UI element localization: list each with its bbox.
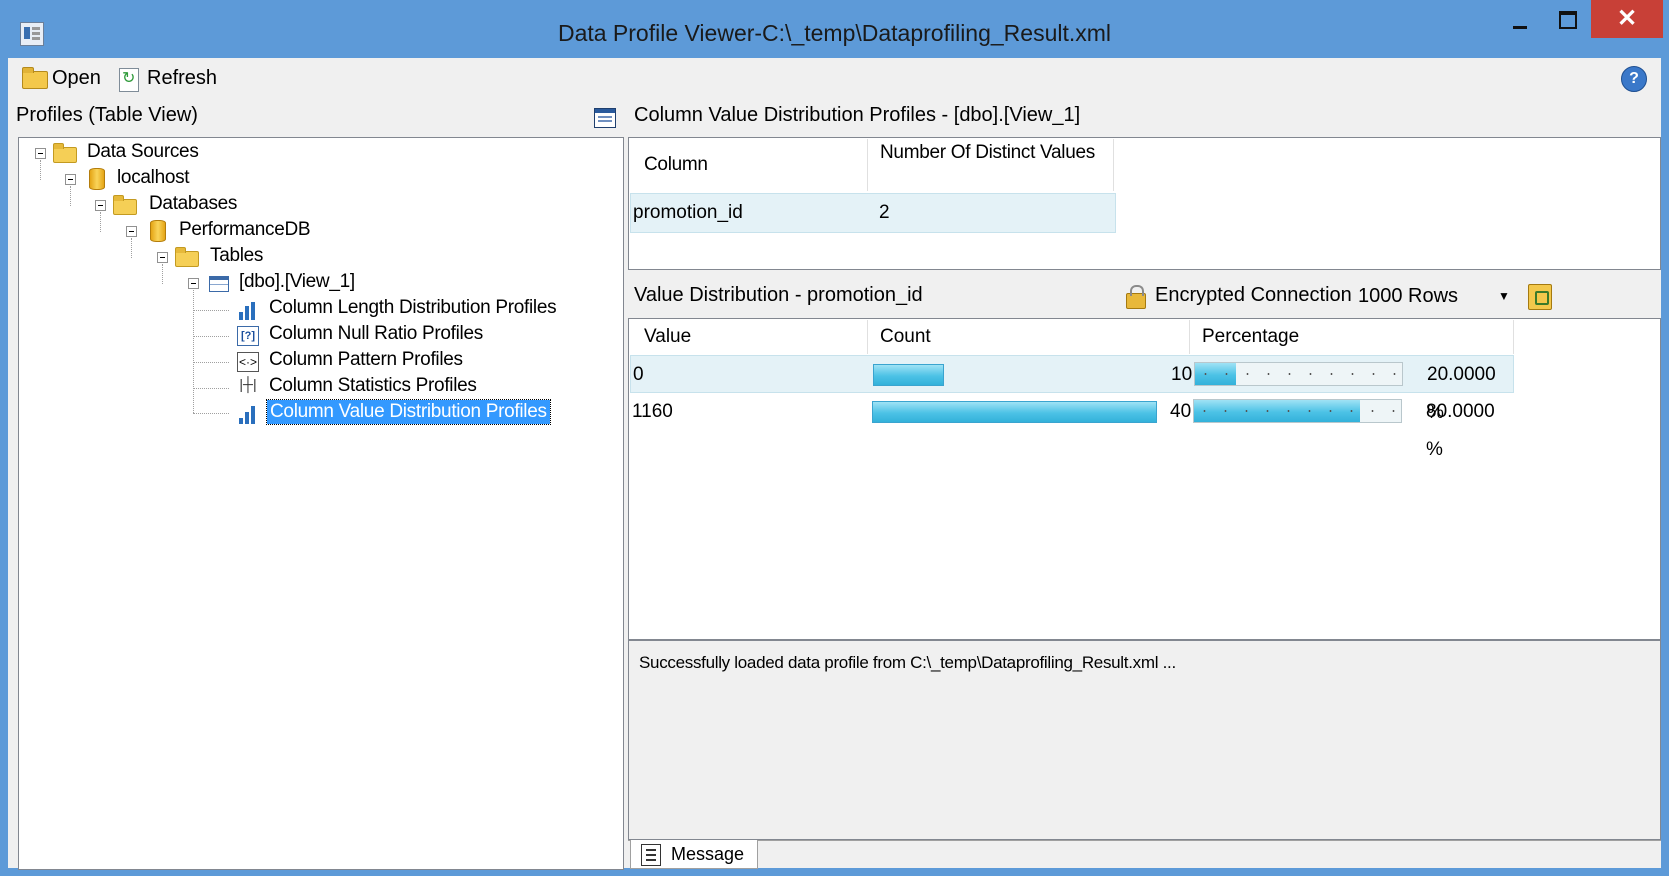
tree-connector (193, 310, 229, 311)
tree-node-view[interactable]: [dbo].[View_1] (239, 270, 355, 294)
percentage-bar (1193, 399, 1402, 423)
message-icon (641, 844, 661, 866)
value-distribution-header: Value Distribution - promotion_id Encryp… (628, 276, 1661, 316)
percentage-ticks (1195, 373, 1402, 375)
length-distribution-icon (237, 300, 259, 320)
cell-column: promotion_id (633, 202, 743, 223)
message-panel[interactable]: Successfully loaded data profile from C:… (628, 640, 1661, 840)
refresh-button[interactable]: Refresh (113, 62, 218, 95)
folder-icon (53, 143, 77, 163)
column-header-percentage[interactable]: Percentage (1190, 320, 1514, 354)
profile-panel-title: Column Value Distribution Profiles - [db… (634, 104, 1081, 126)
rows-limit-value: 1000 Rows (1358, 285, 1459, 307)
window-title: Data Profile Viewer-C:\_temp\Dataprofili… (557, 20, 1112, 46)
collapse-toggle[interactable] (35, 148, 46, 159)
status-message: Successfully loaded data profile from C:… (639, 653, 1176, 672)
close-button[interactable]: ✕ (1591, 0, 1663, 38)
cell-distinct: 2 (879, 202, 890, 223)
tree-connector (131, 238, 132, 258)
tree-node-localhost[interactable]: localhost (117, 166, 190, 190)
value-distribution-icon (237, 404, 259, 424)
refresh-label: Refresh (147, 67, 218, 89)
cell-value: 0 (633, 364, 644, 385)
close-icon: ✕ (1616, 5, 1638, 32)
cell-count: 10 (1171, 364, 1193, 385)
tree-node-null-ratio[interactable]: Column Null Ratio Profiles (269, 322, 483, 346)
column-header-value[interactable]: Value (630, 320, 868, 354)
collapse-toggle[interactable] (95, 200, 106, 211)
tree-connector (100, 212, 101, 232)
tree-node-value-distribution[interactable]: Column Value Distribution Profiles (266, 399, 551, 425)
maximize-button[interactable] (1543, 0, 1591, 40)
value-distribution-grid[interactable]: Value Count Percentage 0 10 20.0000 % 11… (628, 318, 1661, 640)
statistics-icon: |┼| (239, 376, 257, 392)
toolbar: Open Refresh ? (8, 58, 1661, 98)
tree-node-performancedb[interactable]: PerformanceDB (179, 218, 311, 242)
application-window: Data Profile Viewer-C:\_temp\Dataprofili… (0, 0, 1669, 876)
folder-icon (175, 247, 199, 267)
tree-connector (40, 160, 41, 180)
column-header-column[interactable]: Column (630, 139, 868, 191)
tree-connector (193, 362, 229, 363)
table-row[interactable]: 1160 40 80.0000 % (630, 393, 1514, 460)
tree-node-pattern[interactable]: Column Pattern Profiles (269, 348, 463, 372)
tree-node-tables[interactable]: Tables (210, 244, 263, 268)
table-view-toggle-icon[interactable] (594, 108, 616, 128)
null-ratio-icon: [?] (237, 326, 259, 346)
tree-connector (193, 388, 229, 389)
tab-message-label: Message (671, 844, 745, 864)
column-header-count[interactable]: Count (868, 320, 1190, 354)
rows-limit-dropdown[interactable]: 1000 Rows ▼ (1358, 280, 1518, 312)
tree-node-databases[interactable]: Databases (149, 192, 237, 216)
minimize-button[interactable] (1495, 0, 1543, 40)
collapse-toggle[interactable] (188, 278, 199, 289)
open-button[interactable]: Open (18, 62, 101, 94)
pattern-icon: <·> (237, 352, 259, 372)
database-icon (150, 220, 166, 242)
cell-count: 40 (1170, 401, 1192, 422)
profiles-tree[interactable]: Data Sources localhost Databases Perform… (18, 137, 624, 870)
cell-percentage: 20.0000 % (1427, 364, 1496, 423)
value-distribution-title: Value Distribution - promotion_id (634, 284, 923, 306)
table-row[interactable]: promotion_id 2 (630, 193, 1116, 233)
help-icon[interactable]: ? (1621, 66, 1647, 92)
tree-connector (70, 186, 71, 206)
title-bar[interactable]: Data Profile Viewer-C:\_temp\Dataprofili… (0, 0, 1669, 58)
tree-node-data-sources[interactable]: Data Sources (87, 140, 199, 164)
table-icon (209, 276, 229, 292)
refresh-icon (119, 63, 139, 95)
server-icon (89, 168, 105, 190)
collapse-toggle[interactable] (65, 174, 76, 185)
tree-node-statistics[interactable]: Column Statistics Profiles (269, 374, 477, 398)
column-header-distinct[interactable]: Number Of Distinct Values (868, 139, 1114, 191)
tree-connector (193, 290, 194, 413)
collapse-toggle[interactable] (126, 226, 137, 237)
percentage-ticks (1194, 410, 1401, 412)
client-area: Open Refresh ? Profiles (Table View) (8, 58, 1661, 870)
cell-percentage: 80.0000 % (1426, 401, 1495, 460)
profile-panel-header: Column Value Distribution Profiles - [db… (628, 98, 1661, 136)
count-bar (872, 401, 1157, 423)
folder-open-icon (22, 67, 48, 89)
chevron-down-icon: ▼ (1498, 289, 1510, 303)
encrypted-connection-label: Encrypted Connection (1155, 284, 1352, 306)
table-row[interactable]: 0 10 20.0000 % (630, 355, 1514, 423)
open-label: Open (52, 67, 101, 89)
cell-value: 1160 (632, 401, 673, 422)
tree-connector (193, 336, 229, 337)
profiles-panel-header: Profiles (Table View) (8, 98, 619, 136)
tab-message[interactable]: Message (630, 840, 758, 869)
tree-connector (193, 413, 229, 414)
lock-icon (1126, 285, 1146, 309)
collapse-toggle[interactable] (157, 252, 168, 263)
tree-connector (162, 264, 163, 284)
tree-node-length-distribution[interactable]: Column Length Distribution Profiles (269, 296, 557, 320)
profiles-panel-title: Profiles (Table View) (16, 104, 198, 126)
count-bar (873, 364, 944, 386)
percentage-bar (1194, 362, 1403, 386)
export-icon[interactable] (1528, 284, 1552, 310)
message-tabstrip (628, 840, 1661, 868)
profile-grid[interactable]: Column Number Of Distinct Values promoti… (628, 137, 1661, 270)
folder-icon (113, 195, 137, 215)
